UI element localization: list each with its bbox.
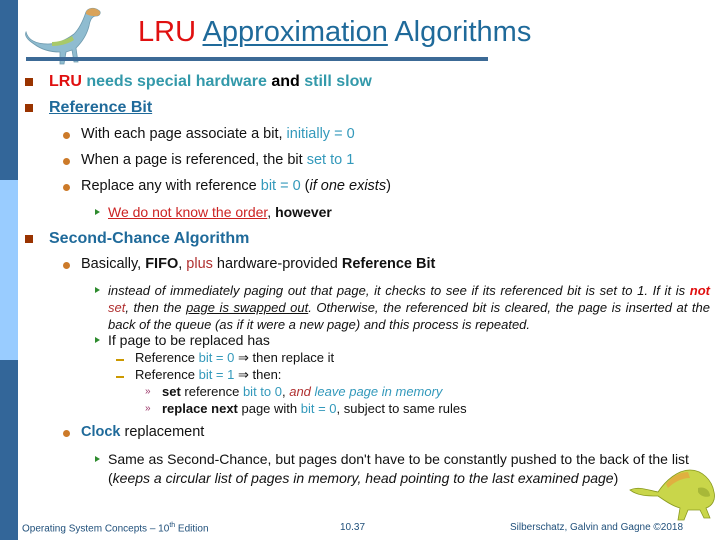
text-part: ⇒ then replace it <box>234 350 335 365</box>
text-part: Operating System Concepts – 10 <box>22 523 170 535</box>
bullet-replace-next: replace next page with bit = 0, subject … <box>162 401 467 416</box>
bullet-lru-hardware: LRU needs special hardware and still slo… <box>49 73 372 91</box>
text-second-chance: Second-Chance Algorithm <box>49 230 250 247</box>
text-replace-next: replace next <box>162 401 238 416</box>
text-part: reference <box>180 384 243 399</box>
footer-book-title: Operating System Concepts – 10th Edition <box>22 522 209 534</box>
square-bullet-icon <box>25 235 33 243</box>
text-however: however <box>275 204 332 220</box>
text-circular-list: keeps a circular list of pages in memory… <box>112 470 614 486</box>
square-bullet-icon <box>25 104 33 112</box>
text-part: ) <box>613 470 619 486</box>
raquo-bullet-icon: » <box>145 386 151 397</box>
text-reference-bit-bold: Reference Bit <box>341 256 436 272</box>
bullet-ref-bit-0: Reference bit = 0 ⇒ then replace it <box>135 350 334 366</box>
text-part: ( <box>300 178 310 194</box>
text-part: , then the <box>125 300 187 315</box>
bullet-second-chance: Second-Chance Algorithm <box>49 230 249 248</box>
round-bullet-icon <box>63 158 70 165</box>
text-part: Replace any with reference <box>81 178 261 194</box>
footer-page-number: 10.37 <box>340 522 366 533</box>
text-part: Reference <box>135 367 199 382</box>
text-part: , <box>267 204 276 220</box>
bullet-associate-bit: With each page associate a bit, initiall… <box>81 126 355 142</box>
footer-copyright: Silberschatz, Galvin and Gagne ©2018 <box>510 522 684 533</box>
text-part: replacement <box>120 424 205 440</box>
text-set-bold: set <box>162 384 181 399</box>
bullet-reference-bit: Reference Bit <box>49 99 152 117</box>
text-and: and <box>271 73 300 90</box>
text-set-to-1: set to 1 <box>306 152 355 168</box>
text-lru: LRU <box>49 73 82 90</box>
text-part: Basically, <box>81 256 146 272</box>
text-clock: Clock <box>81 424 121 440</box>
text-bit-0: bit = 0 <box>300 401 337 416</box>
bullet-set-ref-bit: set reference bit to 0, and leave page i… <box>162 384 442 399</box>
triangle-bullet-icon <box>95 209 100 215</box>
triangle-bullet-icon <box>95 337 100 343</box>
bullet-replace-any: Replace any with reference bit = 0 (if o… <box>81 178 391 194</box>
text-part: Reference <box>135 350 199 365</box>
text-bit-1: bit = 1 <box>198 367 235 382</box>
square-bullet-icon <box>25 78 33 86</box>
text-still-slow: still slow <box>304 73 372 90</box>
raquo-bullet-icon: » <box>145 403 151 414</box>
paragraph-clock-detail: Same as Second-Chance, but pages don't h… <box>108 450 708 488</box>
text-order-unknown: We do not know the order <box>108 204 268 220</box>
bullet-ref-bit-1: Reference bit = 1 ⇒ then: <box>135 367 281 383</box>
text-needs-hardware: needs special hardware <box>86 73 267 90</box>
dash-bullet-icon <box>116 359 124 361</box>
text-part: hardware-provided <box>212 256 342 272</box>
bullet-clock: Clock replacement <box>81 424 204 440</box>
triangle-bullet-icon <box>95 456 100 462</box>
text-part: , subject to same rules <box>336 401 467 416</box>
text-if-one-exists: if one exists <box>309 178 387 194</box>
round-bullet-icon <box>63 184 70 191</box>
dash-bullet-icon <box>116 376 124 378</box>
text-bit-to-0: bit to 0 <box>242 384 282 399</box>
title-approximation: Approximation <box>202 16 388 48</box>
text-part: Edition <box>175 523 209 535</box>
sidebar-highlight <box>0 180 18 360</box>
triangle-bullet-icon <box>95 287 100 293</box>
bullet-referenced-set: When a page is referenced, the bit set t… <box>81 152 354 168</box>
bullet-order-unknown: We do not know the order, however <box>108 204 332 220</box>
text-bit-0: bit = 0 <box>260 178 301 194</box>
title-algorithms: Algorithms <box>394 16 532 48</box>
text-plus: plus <box>186 256 213 272</box>
text-leave-page: leave page in memory <box>310 384 443 399</box>
sidebar-bar <box>0 0 18 540</box>
slide-title: LRU Approximation Algorithms <box>138 16 531 49</box>
round-bullet-icon <box>63 132 70 139</box>
text-initially-0: initially = 0 <box>286 126 355 142</box>
bullet-page-replaced-has: If page to be replaced has <box>108 332 270 348</box>
text-swapped-out: page is swapped out <box>186 300 309 315</box>
text-set: set <box>108 300 126 315</box>
title-lru: LRU <box>138 16 197 48</box>
text-if-page: If page to be replaced has <box>108 332 270 348</box>
text-not: not <box>689 283 710 298</box>
text-part: ⇒ then: <box>234 367 282 382</box>
text-reference-bit: Reference Bit <box>49 99 153 116</box>
text-part: When a page is referenced, the bit <box>81 152 307 168</box>
paragraph-second-chance-detail: instead of immediately paging out that p… <box>108 282 710 333</box>
dinosaur-illustration-icon <box>629 469 715 521</box>
text-bit-0: bit = 0 <box>198 350 235 365</box>
round-bullet-icon <box>63 262 70 269</box>
bullet-fifo: Basically, FIFO, plus hardware-provided … <box>81 256 435 272</box>
text-part: page with <box>237 401 301 416</box>
text-part: instead of immediately paging out that p… <box>108 283 690 298</box>
text-and: and <box>289 384 311 399</box>
title-divider <box>26 57 488 61</box>
text-part: ) <box>386 178 391 194</box>
text-part: With each page associate a bit, <box>81 126 287 142</box>
round-bullet-icon <box>63 430 70 437</box>
text-fifo: FIFO <box>145 256 179 272</box>
